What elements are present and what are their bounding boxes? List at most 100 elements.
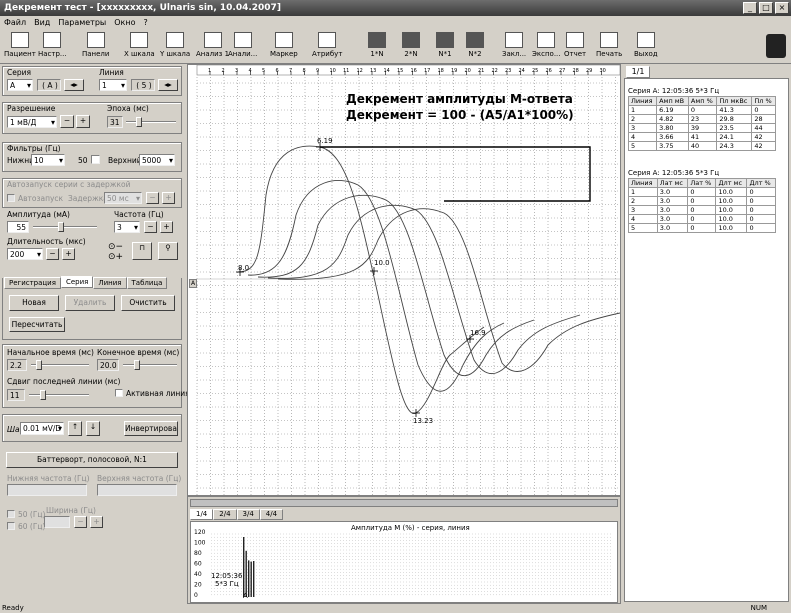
low-filter-select[interactable]: 10 [31,154,65,166]
toolbar-button-17[interactable]: Выход [634,32,658,62]
menu-item-1[interactable]: Вид [34,16,50,30]
delete-button[interactable]: Удалить [65,295,115,311]
notch-checkbox[interactable] [91,155,100,164]
bottom-tab-3[interactable]: 4/4 [259,509,284,520]
menu-item-0[interactable]: Файл [4,16,26,30]
shift-slider-thumb[interactable] [40,390,46,400]
table-row[interactable]: 5 3.75 40 24.3 42 [627,141,776,151]
toolbar-button-1[interactable]: Настр... [38,32,67,62]
duration-minus-button[interactable]: − [46,248,59,260]
toolbar-button-9[interactable]: 1*N [368,32,386,62]
end-time-slider-thumb[interactable] [134,360,140,370]
close-button[interactable]: × [775,2,789,14]
polarity-icon[interactable]: ⊙− ⊙+ [108,242,123,262]
frequency-minus-button[interactable]: − [144,221,157,233]
minimize-button[interactable]: _ [743,2,757,14]
toolbar-button-11[interactable]: N*1 [436,32,454,62]
start-time-slider-thumb[interactable] [36,360,42,370]
toolbar-label-1: Настр... [38,50,67,58]
toolbar-button-7[interactable]: Маркер [270,32,298,62]
left-tab-2[interactable]: Линия [93,277,127,289]
step-select[interactable]: 0.01 мV/D [20,422,64,435]
waveform-plot[interactable]: 1 2 3 4 5 6 7 8 9 10 11 12 13 14 15 16 17 18 19 20 21 22 23 24 2… [188,65,620,495]
width-field[interactable] [44,516,70,528]
toolbar-button-3[interactable]: X шкала [124,32,155,62]
amplitude-value[interactable]: 55 [7,221,29,233]
new-button[interactable]: Новая [9,295,59,311]
line-nav-button[interactable]: ◂▸ [158,79,178,91]
amplitude-slider[interactable] [33,226,97,228]
left-tab-3[interactable]: Таблица [126,277,168,289]
table-row[interactable]: 3 3.0 0 10.0 0 [628,205,776,215]
toolbar-label-15: Отчет [564,50,587,58]
frequency-select[interactable]: 3 [114,221,140,233]
butterworth-button[interactable]: Баттерворт, полосовой, N:1 [6,452,178,468]
recalculate-button[interactable]: Пересчитать [9,317,65,332]
active-line-checkbox[interactable] [115,389,123,397]
menu-item-2[interactable]: Параметры [58,16,106,30]
bottom-tab-0[interactable]: 1/4 [190,509,214,520]
toolbar-button-8[interactable]: Атрибут [312,32,342,62]
toolbar-button-10[interactable]: 2*N [402,32,420,62]
toolbar-button-16[interactable]: Печать [596,32,622,62]
resolution-select[interactable]: 1 мВ/Д [7,116,57,128]
menu-item-3[interactable]: Окно [114,16,135,30]
table-row[interactable]: 4 3.0 0 10.0 0 [628,214,776,224]
width-minus-button[interactable]: − [74,516,87,528]
epoch-slider[interactable] [126,121,176,123]
autostart-checkbox[interactable] [7,194,15,202]
step-down-button[interactable]: ↓ [86,421,100,436]
high-freq-field[interactable] [97,484,177,496]
table-row[interactable]: 1 3.0 0 10.0 0 [628,187,776,197]
toolbar-button-13[interactable]: Закл... [502,32,526,62]
low-freq-field[interactable] [7,484,87,496]
resolution-plus-button[interactable]: + [76,115,90,128]
stimulate-icon[interactable]: ⚲ [158,242,178,260]
shift-value: 11 [7,389,25,401]
frequency-plus-button[interactable]: + [160,221,173,233]
amplitude-slider-thumb[interactable] [58,222,64,232]
clear-button[interactable]: Очистить [121,295,175,311]
toolbar-button-4[interactable]: Y шкала [160,32,190,62]
epoch-slider-thumb[interactable] [136,117,142,127]
series-select[interactable]: A [7,79,33,91]
delay-select[interactable]: 50 мс [104,192,142,204]
bottom-tab-2[interactable]: 3/4 [236,509,260,520]
table-row[interactable]: 1 6.19 0 41.3 0 [627,105,776,115]
maximize-button[interactable]: □ [759,2,773,14]
menu-item-4[interactable]: ? [144,16,148,30]
end-time-slider[interactable] [123,364,177,366]
left-tab-1[interactable]: Серия [60,276,94,288]
table-row[interactable]: 5 3.0 0 10.0 0 [628,223,776,233]
toolbar-button-14[interactable]: Экспо... [532,32,561,62]
resolution-minus-button[interactable]: − [60,115,74,128]
table-row[interactable]: 3 3.80 39 23.5 44 [627,123,776,133]
delay-minus-button[interactable]: − [146,192,159,204]
delay-plus-button[interactable]: + [162,192,175,204]
toolbar-button-6[interactable]: Анали... [228,32,257,62]
toolbar-button-5[interactable]: Анализ 1 [196,32,229,62]
duration-select[interactable]: 200 [7,248,43,260]
toolbar-button-0[interactable]: Пациент [4,32,36,62]
tab-1-1[interactable]: 1/1 [626,66,650,78]
duration-plus-button[interactable]: + [62,248,75,260]
pulse-shape-icon[interactable]: ⊓ [132,242,152,260]
step-up-button[interactable]: ↑ [68,421,82,436]
toolbar-button-12[interactable]: N*2 [466,32,484,62]
f60-radio[interactable] [7,522,15,530]
table-row[interactable]: 2 3.0 0 10.0 0 [628,196,776,206]
toolbar-button-2[interactable]: Панели [82,32,109,62]
toolbar-button-15[interactable]: Отчет [564,32,586,62]
series-nav-button[interactable]: ◂▸ [64,79,84,91]
high-filter-select[interactable]: 5000 [139,154,175,166]
table-row[interactable]: 4 3.66 41 24.1 42 [627,132,776,142]
line-select[interactable]: 1 [99,79,127,91]
shift-slider[interactable] [29,394,89,396]
width-plus-button[interactable]: + [90,516,103,528]
invert-button[interactable]: Инвертировать [124,421,178,436]
horizontal-scrollbar[interactable] [190,499,618,507]
left-tab-0[interactable]: Регистрация [4,277,61,289]
f50-radio[interactable] [7,510,15,518]
bottom-tab-1[interactable]: 2/4 [213,509,237,520]
table-row[interactable]: 2 4.82 23 29.8 28 [627,114,776,124]
